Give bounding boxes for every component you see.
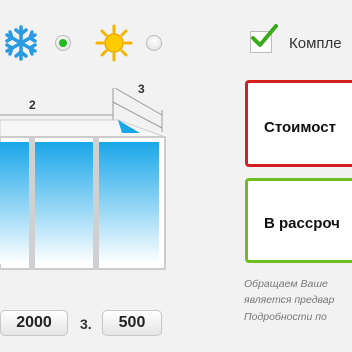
dimension-label-2: 2 — [29, 98, 36, 112]
installment-text: В рассроч — [264, 215, 340, 232]
installment-box: В рассроч — [245, 178, 352, 263]
price-box: Стоимост — [245, 80, 352, 167]
cold-radio-dot — [59, 39, 67, 47]
price-text: Стоимост — [264, 119, 336, 136]
note-line-1: Обращаем Ваше — [244, 278, 328, 290]
dimension-3-input[interactable]: 500 — [102, 310, 162, 336]
snowflake-icon[interactable] — [2, 24, 40, 62]
option-label: Компле — [289, 35, 342, 52]
sun-icon[interactable] — [95, 24, 133, 62]
checkmark-icon — [251, 24, 278, 47]
dimension-label-3: 3 — [138, 82, 145, 96]
option-checkbox[interactable] — [250, 24, 278, 53]
window-illustration — [0, 115, 172, 275]
cold-radio[interactable] — [55, 35, 71, 51]
note-line-2: является предвар — [244, 294, 335, 306]
dimension-3-label: 3. — [80, 316, 92, 332]
warm-radio[interactable] — [146, 35, 162, 51]
note-line-3: Подробности по — [244, 311, 327, 323]
dimension-2-input[interactable]: 2000 — [0, 310, 68, 336]
